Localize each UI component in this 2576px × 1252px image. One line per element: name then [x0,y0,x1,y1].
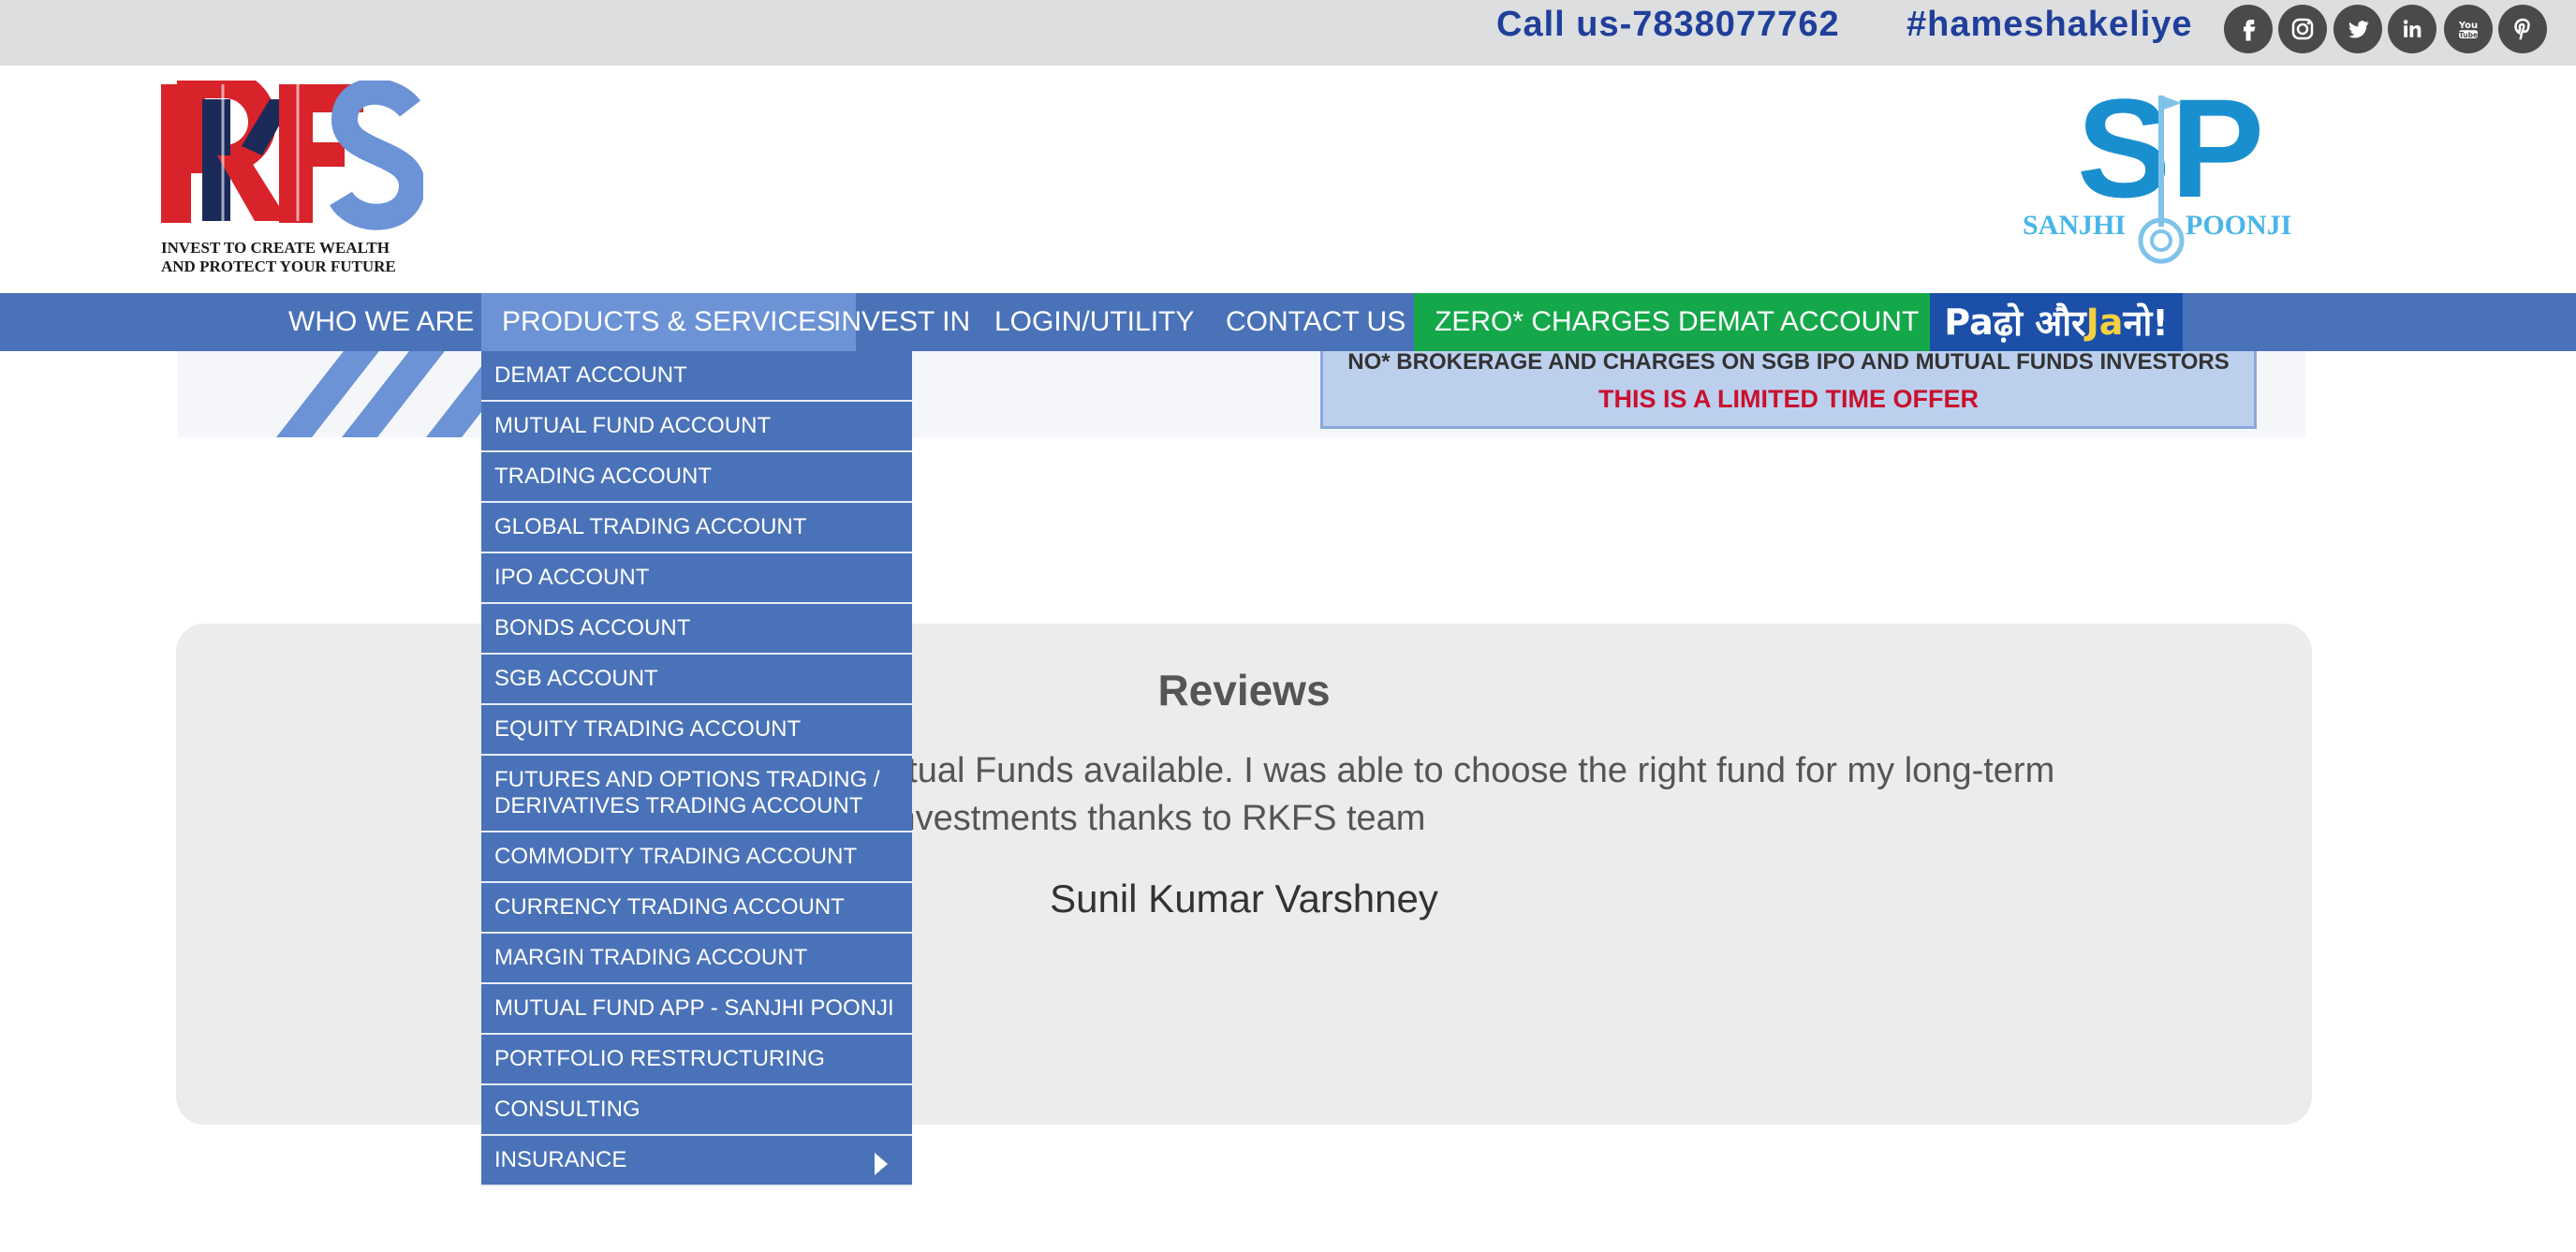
nav-login-utility[interactable]: LOGIN/UTILITY [974,293,1214,351]
facebook-icon[interactable] [2224,5,2273,53]
dropdown-item-margin-trading-account[interactable]: MARGIN TRADING ACCOUNT [481,934,912,984]
instagram-icon[interactable] [2278,5,2327,53]
nav-invest-in[interactable]: INVEST IN [813,293,991,351]
sanjhi-poonji-logo[interactable]: SP SANJHI POONJI [2021,69,2307,268]
svg-text:You: You [2458,21,2478,31]
call-us-text[interactable]: Call us-7838077762 [1496,0,1840,49]
submenu-arrow-icon [875,1153,888,1175]
dropdown-item-ipo-account[interactable]: IPO ACCOUNT [481,553,912,604]
logo-tagline-2: AND PROTECT YOUR FUTURE [161,258,396,275]
dropdown-item-bonds-account[interactable]: BONDS ACCOUNT [481,604,912,655]
hashtag-text: #hameshakeliye [1906,5,2193,44]
sp-letters: SP [2077,86,2264,227]
offer-line-2: THIS IS A LIMITED TIME OFFER [1598,385,1979,413]
youtube-icon[interactable]: You Tube [2444,5,2493,53]
svg-text:Tube: Tube [2459,31,2478,39]
dropdown-item-commodity-trading-account[interactable]: COMMODITY TRADING ACCOUNT [481,832,912,883]
nav-products-services[interactable]: PRODUCTS & SERVICES [481,293,857,351]
badge-text-dho-aur: ढ़ो और [1993,302,2086,344]
dropdown-item-equity-trading-account[interactable]: EQUITY TRADING ACCOUNT [481,705,912,756]
twitter-icon[interactable] [2333,5,2382,53]
dropdown-item-futures-options-trading[interactable]: FUTURES AND OPTIONS TRADING / DERIVATIVE… [481,756,912,832]
padho-aur-jano-badge[interactable]: Pa ढ़ो और Ja नो! [1930,293,2183,351]
insurance-label: INSURANCE [494,1147,627,1172]
pinterest-icon[interactable] [2498,5,2547,53]
top-bar: Call us-7838077762 #hameshakeliye You Tub… [0,0,2576,66]
main-navbar: WHO WE ARE PRODUCTS & SERVICES INVEST IN… [0,293,2576,351]
linkedin-icon[interactable] [2388,5,2436,53]
sp-logo-left-text: SANJHI [2023,210,2126,241]
nav-zero-charges-demat[interactable]: ZERO* CHARGES DEMAT ACCOUNT [1414,293,1940,351]
page: Call us-7838077762 #hameshakeliye You Tub… [0,0,2576,1252]
dropdown-item-trading-account[interactable]: TRADING ACCOUNT [481,452,912,503]
dropdown-item-consulting[interactable]: CONSULTING [481,1085,912,1136]
dropdown-item-insurance[interactable]: INSURANCE [481,1136,912,1186]
dropdown-item-currency-trading-account[interactable]: CURRENCY TRADING ACCOUNT [481,883,912,934]
dropdown-item-sgb-account[interactable]: SGB ACCOUNT [481,655,912,705]
dropdown-item-demat-account[interactable]: DEMAT ACCOUNT [481,351,912,402]
dropdown-item-mutual-fund-account[interactable]: MUTUAL FUND ACCOUNT [481,402,912,452]
nav-contact-us[interactable]: CONTACT US [1205,293,1426,351]
dropdown-item-portfolio-restructuring[interactable]: PORTFOLIO RESTRUCTURING [481,1035,912,1085]
badge-text-no: नो! [2123,302,2169,344]
logo-tagline-1: INVEST TO CREATE WEALTH [161,239,390,257]
review-quote: utual Funds available. I was able to cho… [888,751,2055,838]
nav-who-we-are[interactable]: WHO WE ARE [268,293,494,351]
products-services-dropdown: DEMAT ACCOUNT MUTUAL FUND ACCOUNT TRADIN… [481,351,912,1186]
badge-text-ja: Ja [2085,302,2124,343]
sp-logo-right-text: POONJI [2186,210,2291,241]
badge-text-pa: Pa [1944,302,1994,343]
rkfs-logo[interactable]: INVEST TO CREATE WEALTH AND PROTECT YOUR… [157,70,426,277]
offer-line-1: NO* BROKERAGE AND CHARGES ON SGB IPO AND… [1347,351,2230,375]
dropdown-item-global-trading-account[interactable]: GLOBAL TRADING ACCOUNT [481,503,912,553]
dropdown-item-mutual-fund-app[interactable]: MUTUAL FUND APP - SANJHI POONJI [481,984,912,1035]
